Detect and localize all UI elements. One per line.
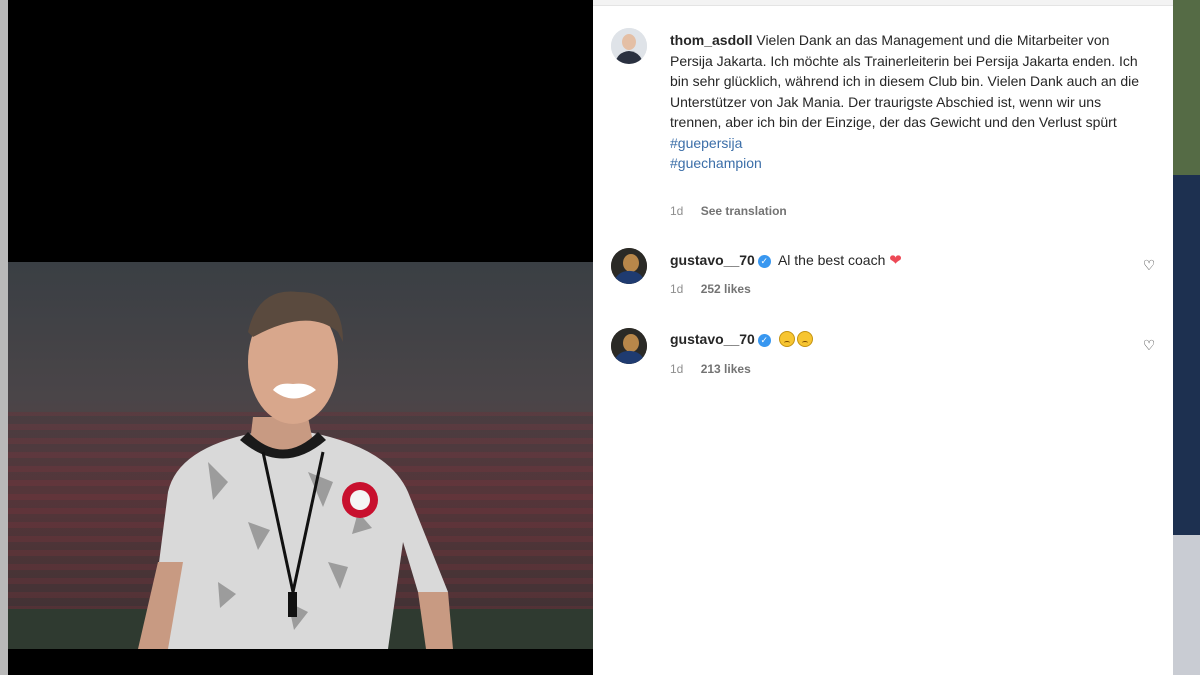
comment-1: gustavo__70 ✓ Al the best coach ❤ <box>670 251 902 269</box>
comment-age: 1d <box>670 362 684 376</box>
post-photo <box>8 262 593 649</box>
comment-text: Al the best coach <box>777 252 886 268</box>
comment-username[interactable]: gustavo__70 <box>670 331 755 347</box>
see-translation-link[interactable]: See translation <box>701 204 787 218</box>
heart-outline-icon[interactable]: ♡ <box>1141 337 1157 353</box>
background-right-top <box>1173 0 1200 175</box>
sad-face-icon <box>796 331 813 347</box>
hashtag-guechampion[interactable]: #guechampion <box>670 153 1140 174</box>
comment-1-meta: 1d 252 likes <box>670 282 765 296</box>
panel-header-edge <box>593 0 1173 6</box>
caption-author-avatar[interactable] <box>611 28 647 64</box>
post-caption: thom_asdoll Vielen Dank an das Managemen… <box>670 30 1140 174</box>
red-heart-icon: ❤ <box>889 252 902 269</box>
commenter-avatar[interactable] <box>611 328 647 364</box>
comment-2: gustavo__70 ✓ <box>670 331 815 347</box>
comment-likes[interactable]: 213 likes <box>701 362 751 376</box>
comment-2-meta: 1d 213 likes <box>670 362 765 376</box>
background-right-middle <box>1173 175 1200 535</box>
caption-username[interactable]: thom_asdoll <box>670 32 752 48</box>
comment-age: 1d <box>670 282 684 296</box>
heart-outline-icon[interactable]: ♡ <box>1141 257 1157 273</box>
post-panel: thom_asdoll Vielen Dank an das Managemen… <box>593 0 1173 675</box>
background-left-edge <box>0 0 8 675</box>
comment-likes[interactable]: 252 likes <box>701 282 751 296</box>
caption-age: 1d <box>670 204 684 218</box>
coach-figure <box>138 291 453 649</box>
sad-face-icon <box>778 331 795 347</box>
caption-meta: 1d See translation <box>670 204 801 218</box>
verified-badge-icon: ✓ <box>757 255 771 268</box>
hashtag-guepersija[interactable]: #guepersija <box>670 133 1140 154</box>
post-media[interactable] <box>8 0 593 675</box>
background-right-bottom <box>1173 535 1200 675</box>
comment-username[interactable]: gustavo__70 <box>670 252 755 268</box>
commenter-avatar[interactable] <box>611 248 647 284</box>
verified-badge-icon: ✓ <box>757 334 771 347</box>
